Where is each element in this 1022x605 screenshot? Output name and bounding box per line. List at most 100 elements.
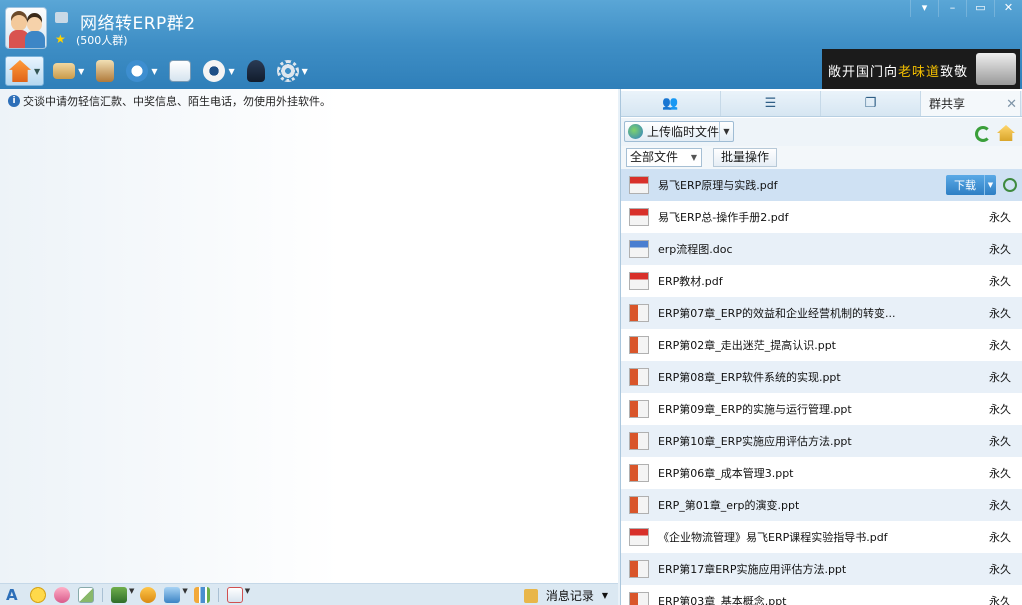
file-row[interactable]: erp流程图.doc 永久	[621, 233, 1022, 265]
close-icon[interactable]: ✕	[994, 0, 1022, 17]
file-name[interactable]: ERP第17章ERP实施应用评估方法.ppt	[658, 561, 846, 577]
folder-button[interactable]: ▼	[50, 56, 87, 86]
chat-area[interactable]: i 交谈中请勿轻信汇款、中奖信息、陌生电话，勿使用外挂软件。	[0, 89, 618, 583]
members-icon: 👥	[662, 96, 679, 111]
file-name[interactable]: ERP_第01章_erp的演变.ppt	[658, 497, 799, 513]
file-name[interactable]: ERP第06章_成本管理3.ppt	[658, 465, 794, 481]
history-icon	[523, 588, 538, 603]
video-button[interactable]: ▼	[200, 56, 237, 86]
file-row[interactable]: 易飞ERP总-操作手册2.pdf 永久	[621, 201, 1022, 233]
file-name[interactable]: 易飞ERP总-操作手册2.pdf	[658, 209, 789, 225]
window-icon: ❐	[864, 96, 877, 111]
pdf-file-icon	[629, 272, 649, 290]
tab-album[interactable]: ❐	[821, 91, 921, 116]
file-row[interactable]: ERP第17章ERP实施应用评估方法.ppt 永久	[621, 553, 1022, 585]
ppt-file-icon	[629, 496, 649, 514]
ppt-file-icon	[629, 432, 649, 450]
input-toolbar: A ▼ ▼ ▼ 消息记录 ▼	[0, 583, 618, 605]
star-icon: ★	[55, 32, 66, 46]
file-name[interactable]: ERP第10章_ERP实施应用评估方法.ppt	[658, 433, 852, 449]
screenshot-icon[interactable]	[111, 586, 127, 603]
batch-operation-button[interactable]: 批量操作	[713, 148, 777, 167]
title-bar: 网络转ERP群2 ★ (500人群) ▾ – ▭ ✕ ▼ ▼ ▼ ▼ ▼ 敞开国…	[0, 0, 1022, 89]
tab-list[interactable]: ☰	[721, 91, 821, 116]
group-avatar[interactable]	[5, 7, 47, 49]
voice-button[interactable]: ▼	[123, 56, 160, 86]
file-row[interactable]: 易飞ERP原理与实践.pdf 下载 ▼	[621, 169, 1022, 201]
settings-button[interactable]: ▼	[274, 56, 311, 86]
share-action-bar: 上传临时文件 ▼	[621, 118, 1022, 146]
chat-add-button[interactable]	[166, 56, 194, 86]
chevron-down-icon[interactable]: ▼	[984, 175, 996, 195]
file-row[interactable]: ERP第02章_走出迷茫_提高认识.ppt 永久	[621, 329, 1022, 361]
info-icon: i	[8, 95, 20, 107]
file-row[interactable]: ERP_第01章_erp的演变.ppt 永久	[621, 489, 1022, 521]
file-row[interactable]: 《企业物流管理》易飞ERP课程实验指导书.pdf 永久	[621, 521, 1022, 553]
download-button[interactable]: 下载 ▼	[946, 175, 996, 195]
file-row[interactable]: ERP第08章_ERP软件系统的实现.ppt 永久	[621, 361, 1022, 393]
file-name[interactable]: ERP教材.pdf	[658, 273, 723, 289]
music-icon[interactable]	[140, 586, 157, 603]
album-button[interactable]	[93, 56, 117, 86]
agent-button[interactable]	[244, 56, 268, 86]
magic-emoji-icon[interactable]	[54, 586, 70, 603]
file-status: 永久	[989, 307, 1011, 320]
file-name[interactable]: ERP第07章_ERP的效益和企业经营机制的转变...	[658, 305, 895, 321]
edit-icon[interactable]	[78, 586, 94, 603]
file-name[interactable]: 易飞ERP原理与实践.pdf	[658, 177, 778, 193]
vote-icon[interactable]	[226, 586, 243, 603]
globe-icon	[628, 124, 643, 139]
file-row[interactable]: ERP第07章_ERP的效益和企业经营机制的转变... 永久	[621, 297, 1022, 329]
file-name[interactable]: ERP第08章_ERP软件系统的实现.ppt	[658, 369, 841, 385]
filter-bar: 全部文件 ▼ 批量操作	[621, 146, 1022, 170]
panel-tabs: 👥 ☰ ❐ 群共享 ✕	[621, 91, 1022, 117]
file-status: 永久	[989, 499, 1011, 512]
file-row[interactable]: ERP教材.pdf 永久	[621, 265, 1022, 297]
tab-members[interactable]: 👥	[621, 91, 721, 116]
file-status: 永久	[989, 563, 1011, 576]
chevron-down-icon[interactable]: ▼	[719, 122, 733, 141]
chart-icon[interactable]	[193, 586, 210, 603]
preview-icon[interactable]	[1003, 178, 1017, 192]
agent-icon	[246, 60, 265, 82]
font-icon[interactable]: A	[6, 587, 22, 603]
file-filter-select[interactable]: 全部文件 ▼	[626, 148, 702, 167]
file-status: 永久	[989, 243, 1011, 256]
ppt-file-icon	[629, 560, 649, 578]
group-type-icon	[55, 12, 68, 23]
file-row[interactable]: ERP第03章_基本概念.ppt 永久	[621, 585, 1022, 605]
file-name[interactable]: 《企业物流管理》易飞ERP课程实验指导书.pdf	[658, 529, 888, 545]
book-icon	[96, 60, 115, 82]
home-button[interactable]: ▼	[5, 56, 45, 86]
gear-icon	[276, 60, 299, 82]
file-name[interactable]: ERP第02章_走出迷茫_提高认识.ppt	[658, 337, 836, 353]
maximize-icon[interactable]: ▭	[966, 0, 994, 17]
emoji-icon[interactable]	[30, 586, 46, 603]
message-history-button[interactable]: 消息记录 ▼	[523, 587, 608, 604]
webcam-icon	[203, 60, 226, 82]
file-row[interactable]: ERP第10章_ERP实施应用评估方法.ppt 永久	[621, 425, 1022, 457]
share-home-icon[interactable]	[997, 125, 1015, 141]
file-row[interactable]: ERP第09章_ERP的实施与运行管理.ppt 永久	[621, 393, 1022, 425]
pdf-file-icon	[629, 528, 649, 546]
file-row[interactable]: ERP第06章_成本管理3.ppt 永久	[621, 457, 1022, 489]
file-name[interactable]: ERP第09章_ERP的实施与运行管理.ppt	[658, 401, 852, 417]
pdf-file-icon	[629, 176, 649, 194]
refresh-icon[interactable]	[975, 126, 991, 142]
image-icon[interactable]	[164, 586, 181, 603]
minimize-icon[interactable]: –	[938, 0, 966, 17]
doc-file-icon	[629, 240, 649, 258]
ad-banner[interactable]: 敞开国门向老味道致敬	[822, 49, 1020, 89]
file-name[interactable]: ERP第03章_基本概念.ppt	[658, 593, 787, 605]
notice-text: 交谈中请勿轻信汇款、中奖信息、陌生电话，勿使用外挂软件。	[23, 95, 331, 108]
close-icon[interactable]: ✕	[1006, 97, 1017, 112]
menu-icon[interactable]: ▾	[910, 0, 938, 17]
pdf-file-icon	[629, 208, 649, 226]
side-panel: 👥 ☰ ❐ 群共享 ✕ 上传临时文件 ▼ 全部文件 ▼ 批量操作 易飞ERP原理…	[620, 89, 1022, 605]
file-status: 永久	[989, 467, 1011, 480]
ppt-file-icon	[629, 368, 649, 386]
upload-temp-file-button[interactable]: 上传临时文件 ▼	[624, 121, 734, 142]
security-notice: i 交谈中请勿轻信汇款、中奖信息、陌生电话，勿使用外挂软件。	[8, 93, 331, 109]
file-name[interactable]: erp流程图.doc	[658, 241, 733, 257]
folder-icon	[53, 63, 76, 79]
